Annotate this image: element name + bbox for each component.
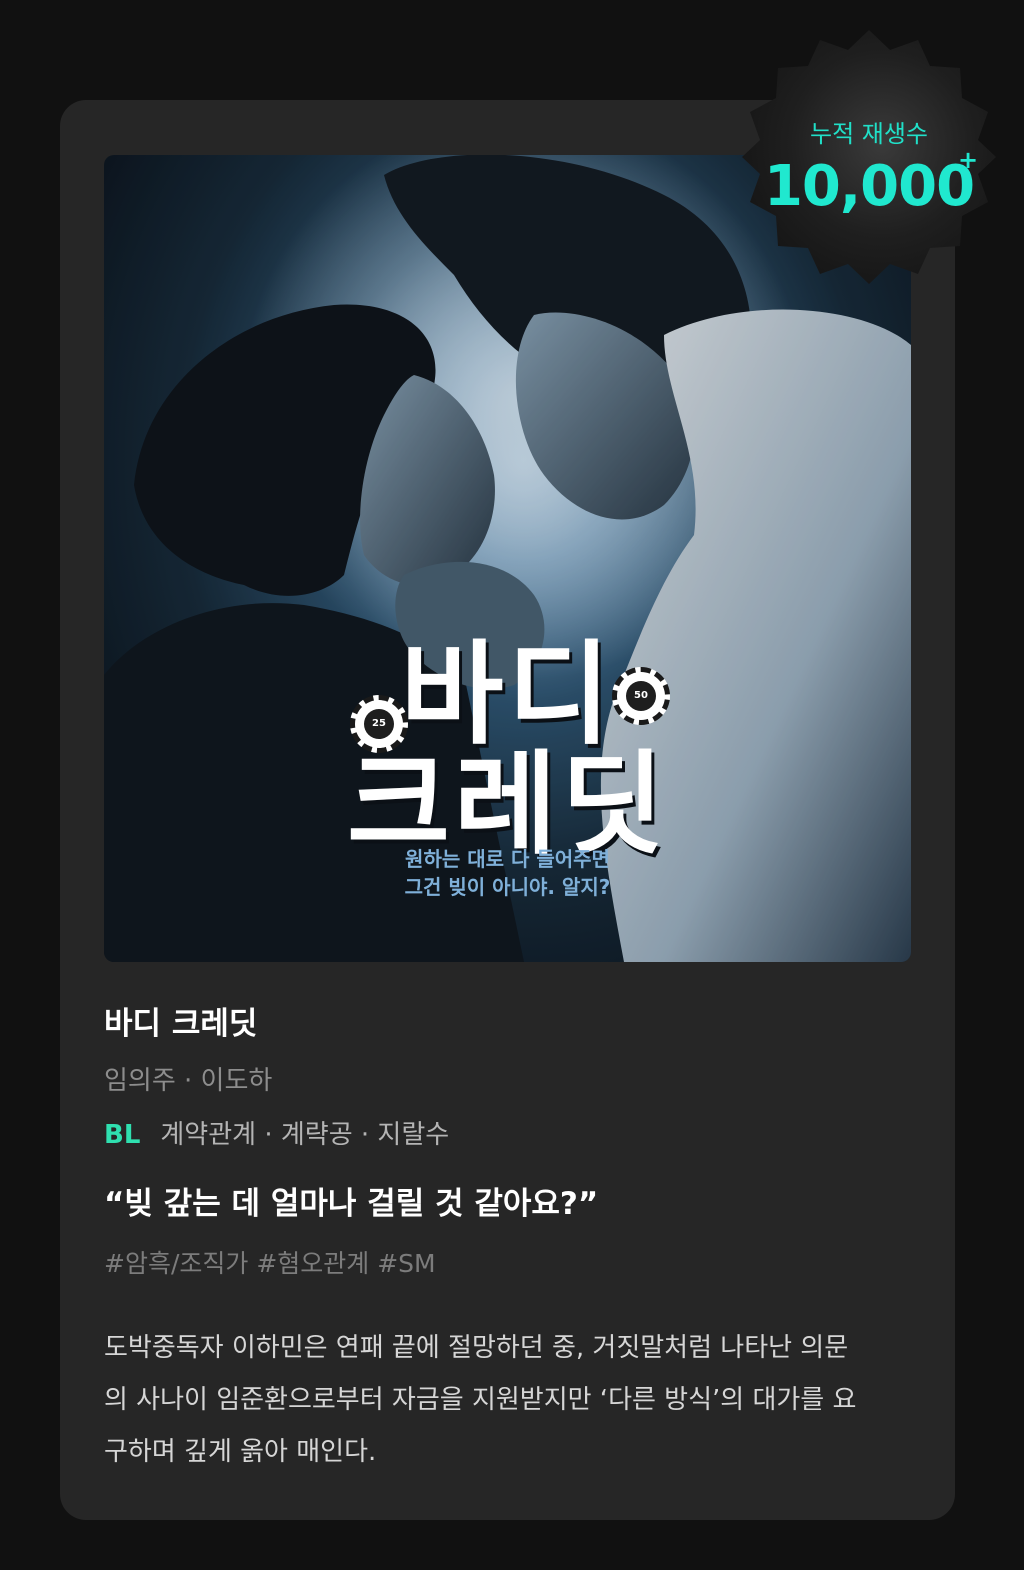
work-quote: “빚 갚는 데 얼마나 걸릴 것 같아요?” [104,1186,599,1222]
work-description: 도박중독자 이하민은 연패 끝에 절망하던 중, 거짓말처럼 나타난 의문 의 … [104,1322,904,1478]
description-line: 의 사나이 임준환으로부터 자금을 지원받지만 ‘다른 방식’의 대가를 요 [104,1385,857,1415]
work-authors: 임의주 · 이도하 [104,1066,273,1096]
chip-value: 25 [364,709,394,739]
hashtag-list: #암흑/조직가 #혐오관계 #SM [104,1249,436,1278]
genre-badge: BL [104,1120,141,1150]
page: 바디 크레딧 25 50 원하는 대로 다 들어주면 그건 빚이 아니야. 알지… [0,0,1024,1570]
chip-value: 50 [626,681,656,711]
work-title[interactable]: 바디 크레딧 [104,998,257,1043]
cover-tagline-line2: 그건 빚이 아니야. 알지? [404,875,611,899]
cover-tagline-line1: 원하는 대로 다 들어주면 [405,847,610,871]
keyword-list: 계약관계 · 계략공 · 지랄수 [160,1120,450,1150]
genre-row: BL 계약관계 · 계략공 · 지랄수 [104,1114,449,1151]
badge-label: 누적 재생수 [809,120,929,148]
poker-chip-icon: 25 [350,695,408,753]
description-line: 구하며 깊게 옭아 매인다. [104,1437,377,1467]
description-line: 도박중독자 이하민은 연패 끝에 절망하던 중, 거짓말처럼 나타난 의문 [104,1333,849,1363]
cover-title-line1: 바디 [400,630,615,760]
work-card[interactable]: 바디 크레딧 25 50 원하는 대로 다 들어주면 그건 빚이 아니야. 알지… [60,100,955,1520]
poker-chip-icon: 50 [612,667,670,725]
plus-icon: + [958,146,979,174]
play-count-badge: 누적 재생수 10,000 + [740,28,998,286]
